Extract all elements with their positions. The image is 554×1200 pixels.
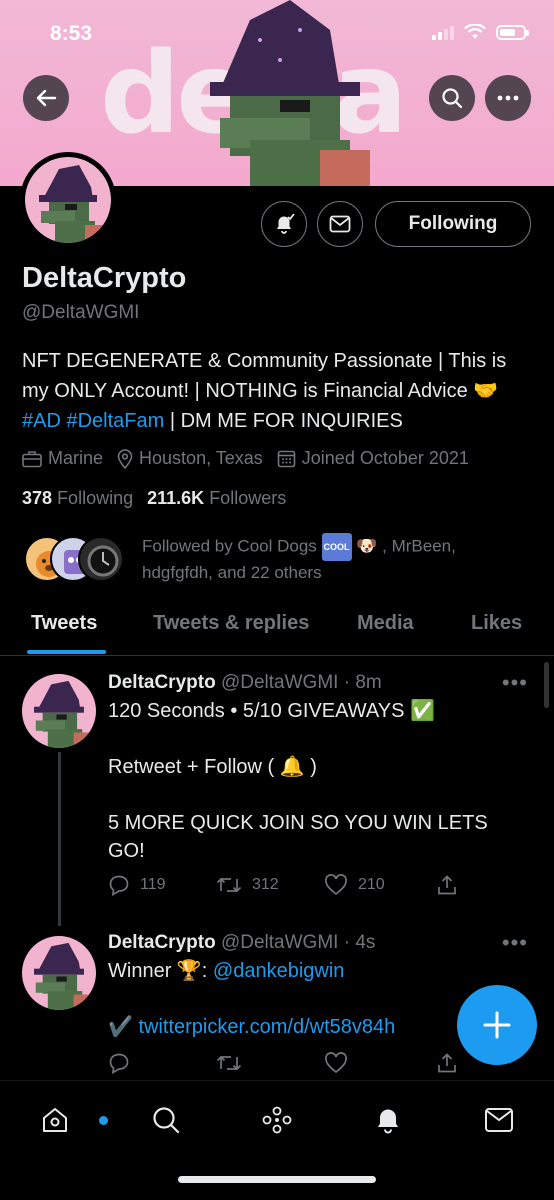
like-button[interactable] xyxy=(324,1052,436,1074)
profile-tabs: Tweets Tweets & replies Media Likes xyxy=(0,600,554,656)
share-button[interactable] xyxy=(436,874,458,896)
tweet-more-icon[interactable]: ••• xyxy=(502,670,528,696)
home-notification-dot xyxy=(99,1116,108,1125)
briefcase-icon xyxy=(22,450,42,467)
plus-icon xyxy=(483,1011,511,1039)
mention-link[interactable]: @dankebigwin xyxy=(213,960,345,982)
nav-search[interactable] xyxy=(149,1103,183,1137)
ellipsis-icon xyxy=(497,95,519,101)
profile-bio: NFT DEGENERATE & Community Passionate | … xyxy=(22,346,537,436)
search-icon xyxy=(153,1107,180,1134)
tweet-header: DeltaCrypto @DeltaWGMI · 4s xyxy=(108,932,376,953)
like-button[interactable]: 210 xyxy=(324,874,436,896)
nav-home[interactable] xyxy=(38,1103,108,1137)
avatar-pixel-dino xyxy=(39,165,103,243)
location-pin-icon xyxy=(117,448,133,469)
followed-by-text[interactable]: Followed by Cool Dogs COOL 🐶 , MrBeen, h… xyxy=(142,533,522,585)
follow-counts: 378 Following 211.6K Followers xyxy=(22,488,286,509)
retweet-button[interactable] xyxy=(216,1053,324,1073)
reply-icon xyxy=(109,875,129,896)
profile-meta: Marine Houston, Texas Joined October 202… xyxy=(22,448,469,469)
tweet-more-icon[interactable]: ••• xyxy=(502,930,528,956)
profile-category: Marine xyxy=(22,448,103,469)
notifications-bell-button[interactable] xyxy=(261,201,307,247)
more-options-button[interactable] xyxy=(485,75,531,121)
arrow-left-icon xyxy=(36,89,57,107)
share-button[interactable] xyxy=(436,1052,458,1074)
cool-badge: COOL xyxy=(321,533,352,561)
status-time: 8:53 xyxy=(50,22,93,45)
retweet-icon xyxy=(216,877,242,893)
tweet-header: DeltaCrypto @DeltaWGMI · 8m xyxy=(108,672,382,693)
nav-spaces[interactable] xyxy=(260,1103,294,1137)
followers-count-link[interactable]: 211.6K Followers xyxy=(147,488,286,509)
thread-connector xyxy=(58,752,61,926)
bell-check-icon xyxy=(277,213,295,234)
profile-handle: @DeltaWGMI xyxy=(22,302,140,323)
calendar-icon xyxy=(277,450,296,468)
profile-avatar[interactable] xyxy=(20,152,116,248)
reply-button[interactable] xyxy=(108,1052,216,1074)
nav-messages[interactable] xyxy=(482,1103,516,1137)
reply-icon xyxy=(109,1053,129,1074)
tweet-avatar[interactable] xyxy=(22,674,96,748)
profile-name: DeltaCrypto xyxy=(22,262,187,294)
category-text: Marine xyxy=(48,448,104,468)
message-button[interactable] xyxy=(317,201,363,247)
hashtag-deltafam-link[interactable]: #DeltaFam xyxy=(66,410,164,432)
retweet-button[interactable]: 312 xyxy=(216,875,324,895)
reply-button[interactable]: 119 xyxy=(108,874,216,896)
wifi-icon xyxy=(464,24,486,39)
home-indicator xyxy=(178,1176,376,1183)
joined-text: Joined October 2021 xyxy=(301,448,469,468)
tweet-actions: 119 312 210 xyxy=(108,874,458,896)
home-icon xyxy=(43,1108,67,1132)
tab-tweets-replies[interactable]: Tweets & replies xyxy=(153,612,309,635)
heart-icon xyxy=(325,1052,347,1074)
search-icon xyxy=(442,88,463,109)
nav-notifications[interactable] xyxy=(371,1103,405,1137)
follower-avatar-watch xyxy=(78,536,124,582)
status-icons xyxy=(432,24,529,40)
spaces-icon xyxy=(262,1106,292,1134)
hashtag-ad-link[interactable]: #AD xyxy=(22,410,61,432)
following-count-link[interactable]: 378 Following xyxy=(22,488,133,509)
url-link[interactable]: twitterpicker.com/d/wt58v84h xyxy=(138,1016,395,1038)
search-button[interactable] xyxy=(429,75,475,121)
envelope-icon xyxy=(329,215,351,233)
share-icon xyxy=(438,1053,456,1073)
bell-icon xyxy=(378,1109,398,1134)
profile-location: Houston, Texas xyxy=(117,448,263,469)
tweet-avatar[interactable] xyxy=(22,936,96,1010)
cellular-signal-icon xyxy=(432,24,454,40)
retweet-icon xyxy=(216,1055,242,1071)
share-icon xyxy=(438,875,456,895)
tweet-actions xyxy=(108,1052,458,1074)
battery-icon xyxy=(496,24,529,40)
bio-text-rest: | DM ME FOR INQUIRIES xyxy=(164,410,403,432)
bio-text: NFT DEGENERATE & Community Passionate | … xyxy=(22,350,507,402)
following-button[interactable]: Following xyxy=(375,201,531,247)
tab-likes[interactable]: Likes xyxy=(471,612,522,635)
tab-media[interactable]: Media xyxy=(357,612,414,635)
location-text: Houston, Texas xyxy=(139,448,263,468)
status-bar: 8:53 xyxy=(0,0,554,70)
compose-tweet-button[interactable] xyxy=(457,985,537,1065)
active-tab-indicator xyxy=(27,650,106,654)
tab-tweets[interactable]: Tweets xyxy=(31,612,97,635)
scrollbar[interactable] xyxy=(544,662,549,708)
envelope-icon xyxy=(485,1108,513,1132)
profile-joined: Joined October 2021 xyxy=(277,448,469,469)
tweet-body: 120 Seconds • 5/10 GIVEAWAYS ✅ Retweet +… xyxy=(108,700,488,862)
back-button[interactable] xyxy=(23,75,69,121)
heart-icon xyxy=(325,874,347,896)
followed-by-avatars[interactable] xyxy=(24,536,134,584)
